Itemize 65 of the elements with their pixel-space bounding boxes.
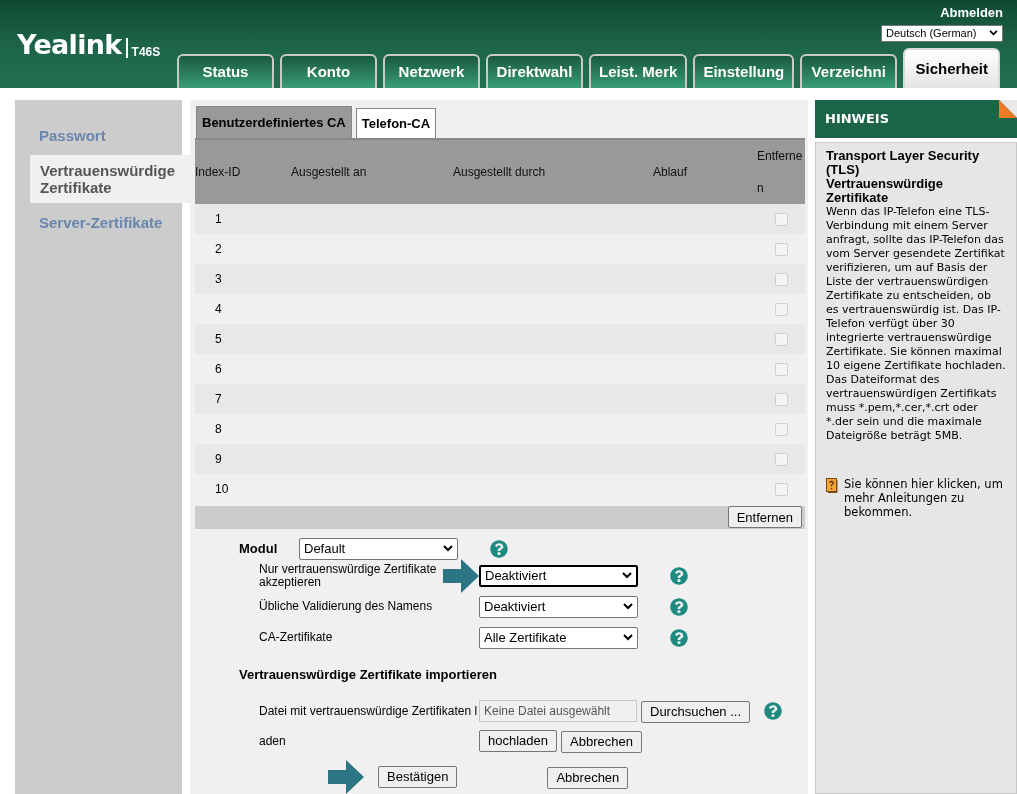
sidebar-item[interactable]: Vertrauenswürdige Zertifikate	[30, 155, 190, 203]
help-icon[interactable]	[670, 566, 688, 585]
hint-heading: Transport Layer Security (TLS)	[826, 149, 981, 177]
field-label: Nur vertrauenswürdige Zertifikate akzeptieren	[259, 562, 438, 589]
column-header: Entfernen	[757, 140, 805, 204]
index-cell: 10	[195, 474, 287, 504]
column-header: Ablauf	[649, 140, 757, 204]
file-field[interactable]: Keine Datei ausgewählt	[479, 700, 637, 722]
index-cell: 7	[195, 384, 287, 414]
field-label: aden	[259, 733, 287, 750]
chevron-down-icon	[623, 634, 633, 641]
nav-tab[interactable]: Einstellung	[693, 54, 795, 88]
index-cell: 6	[195, 354, 287, 384]
nav-tab[interactable]: Verzeichni	[800, 54, 898, 88]
model-label: T46S	[125, 38, 161, 58]
hint-text: Wenn das IP-Telefon eine TLS-Verbindung mit einem Server anfragt, sollte das IP-Telefon das vom Server gesendete Zertifikat verifizieren, um auf Basis der Liste der vertrauenswürdigen Zertifikate zu entscheiden, ob es vertrauenswürdig ist. Das IP-Telefon verfügt über 30 integrierte vertrauenswürdige Zertifikate. Sie können maximal 10 eigene Zertifikate hochladen. Das Dateiformat des vertrauenswürdigen Zertifikats muss *.pem,*.cer,*.crt oder *.der sein und die maximale Dateigröße beträgt 5MB.	[826, 205, 1006, 443]
chevron-down-icon	[623, 603, 633, 610]
dropdown[interactable]: Alle Zertifikate	[479, 626, 638, 649]
column-header: Ausgestellt durch	[449, 140, 649, 204]
upload-button[interactable]: hochladen	[479, 730, 557, 752]
corner-icon	[999, 100, 1017, 118]
nav-tab[interactable]: Sicherheit	[903, 48, 1001, 88]
cancel-button[interactable]: Abbrechen	[561, 730, 642, 753]
index-cell: 9	[195, 444, 287, 474]
language-dropdown[interactable]: Deutsch (German)	[881, 24, 1003, 42]
chevron-down-icon	[622, 572, 632, 579]
chevron-down-icon	[443, 545, 453, 552]
nav-tab[interactable]: Konto	[280, 54, 377, 88]
browse-button[interactable]: Durchsuchen ...	[641, 700, 751, 723]
index-cell: 4	[195, 294, 287, 324]
help-icon[interactable]	[670, 597, 688, 616]
nav-tab[interactable]: Leist. Merk	[589, 54, 688, 88]
section-title: Vertrauenswürdige Zertifikate importieren	[238, 665, 498, 684]
nav-tab[interactable]: Direktwahl	[486, 54, 583, 88]
help-link[interactable]: Sie können hier klicken, um mehr Anleitungen zu bekommen.	[844, 477, 1006, 519]
help-icon[interactable]	[670, 628, 688, 647]
hint-title: HINWEIS	[825, 110, 890, 129]
sub-tab[interactable]: Benutzerdefiniertes CA	[196, 106, 352, 138]
help-icon[interactable]	[490, 539, 508, 558]
field-label: CA-Zertifikate	[259, 631, 334, 644]
remove-button[interactable]: Entfernen	[727, 506, 802, 529]
logo: Yealink	[17, 31, 122, 58]
sub-tab[interactable]: Telefon-CA	[355, 108, 437, 138]
nav-tab[interactable]: Status	[177, 54, 274, 88]
nav-tab[interactable]: Netzwerk	[383, 54, 480, 88]
dropdown[interactable]: Default	[299, 537, 458, 560]
column-header: Ausgestellt an	[287, 140, 449, 204]
index-cell: 5	[195, 324, 287, 354]
confirm-button[interactable]: Bestätigen	[378, 766, 458, 788]
chevron-down-icon	[989, 30, 998, 36]
index-cell: 3	[195, 264, 287, 294]
help-icon[interactable]	[764, 702, 783, 720]
cancel-button[interactable]: Abbrechen	[547, 766, 629, 789]
field-label: Übliche Validierung des Namens	[259, 600, 434, 613]
dropdown[interactable]: Deaktiviert	[479, 564, 638, 587]
field-label: Datei mit vertrauenswürdige Zertifikaten l	[259, 703, 479, 720]
hint-heading: Vertrauenswürdige Zertifikate	[826, 177, 945, 205]
logout-link[interactable]: Abmelden	[940, 3, 1003, 23]
column-header: Index-ID	[195, 140, 287, 204]
index-cell: 8	[195, 414, 287, 444]
index-cell: 1	[195, 204, 287, 234]
dropdown[interactable]: Deaktiviert	[479, 595, 638, 618]
field-label: Modul	[239, 539, 279, 558]
help-book-icon	[826, 478, 840, 493]
index-cell: 2	[195, 234, 287, 264]
